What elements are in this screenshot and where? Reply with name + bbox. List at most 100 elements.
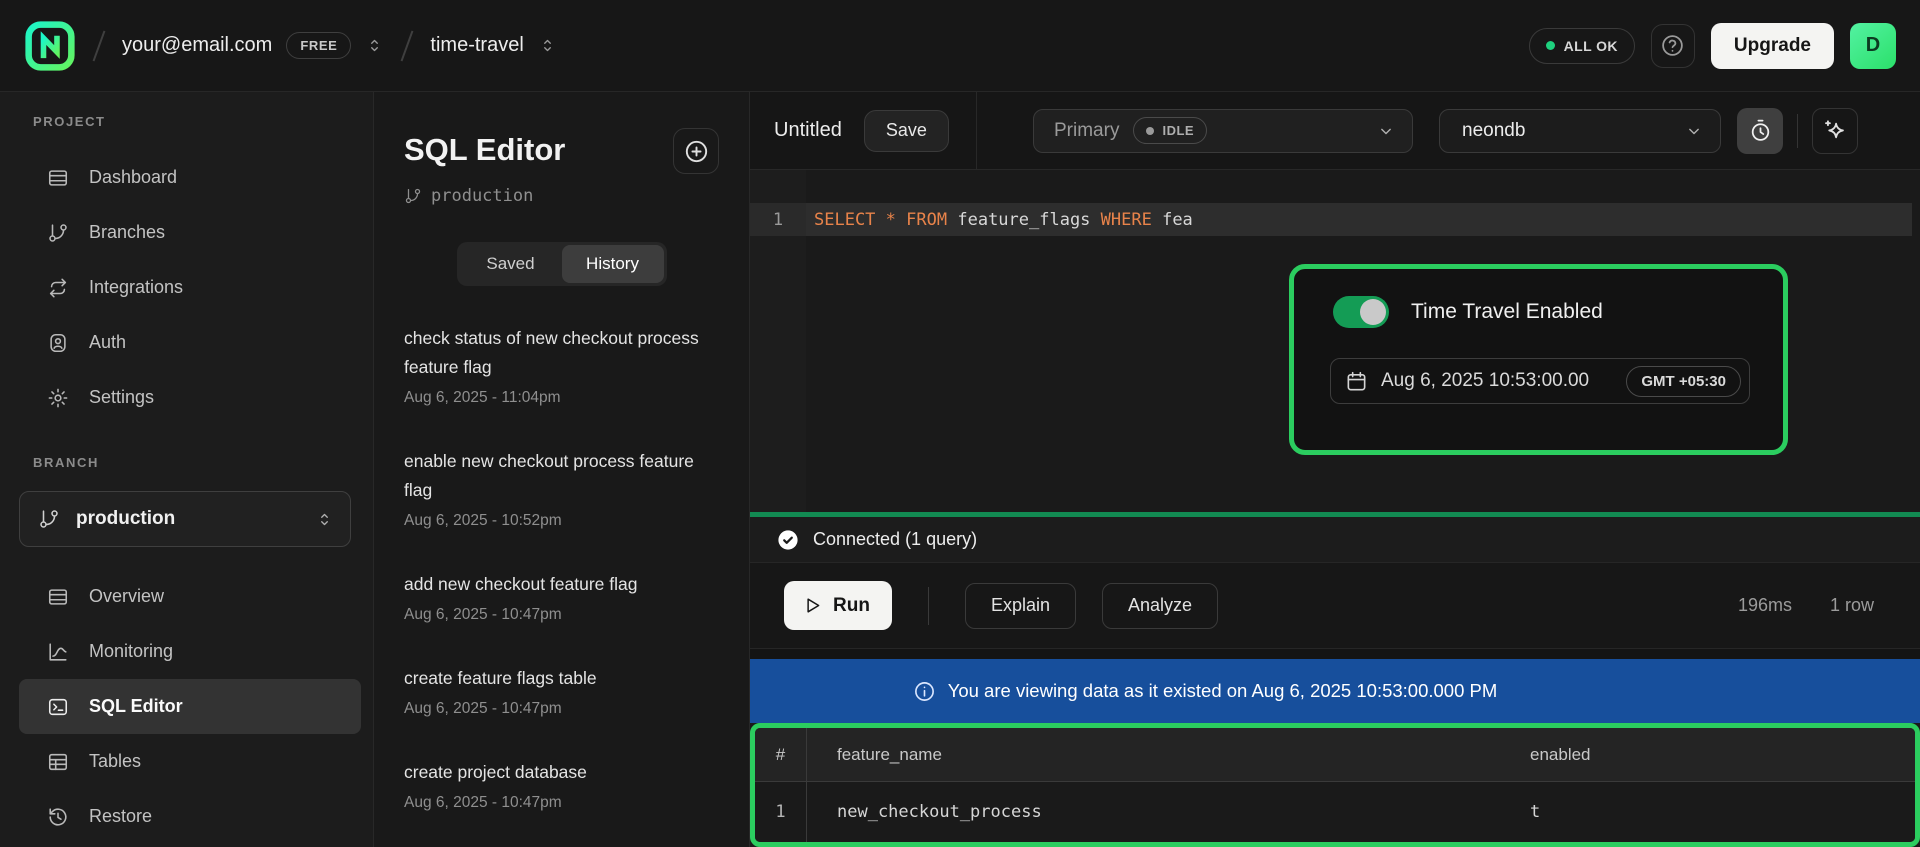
run-button[interactable]: Run <box>784 581 892 630</box>
history-list: check status of new checkout process fea… <box>404 324 719 812</box>
table-row: 1new_checkout_processt <box>755 782 1915 842</box>
connection-status-bar: Connected (1 query) <box>750 517 1920 563</box>
sql-token: fea <box>1152 210 1193 230</box>
sidebar-item-label: Integrations <box>89 277 183 298</box>
stopwatch-icon <box>1748 118 1773 143</box>
save-button[interactable]: Save <box>864 110 949 152</box>
time-travel-label: Time Travel Enabled <box>1411 300 1603 324</box>
sidebar-item-label: Restore <box>89 806 152 827</box>
history-item[interactable]: enable new checkout process feature flag… <box>404 447 719 530</box>
sidebar-item-label: Dashboard <box>89 167 177 188</box>
line-number: 1 <box>750 203 806 236</box>
sql-code-editor[interactable]: 1 SELECT * FROM feature_flags WHERE fea … <box>750 170 1920 512</box>
time-travel-datetime-value: Aug 6, 2025 10:53:00.00 <box>1381 370 1613 392</box>
account-selector[interactable]: your@email.com FREE <box>122 32 384 59</box>
table-icon <box>47 751 69 773</box>
sidebar-item-label: SQL Editor <box>89 696 183 717</box>
database-selector[interactable]: neondb <box>1439 109 1721 153</box>
sql-token <box>896 210 906 230</box>
compute-name: Primary <box>1054 120 1119 142</box>
explain-button[interactable]: Explain <box>965 583 1076 629</box>
calendar-icon <box>1345 370 1368 393</box>
upgrade-button[interactable]: Upgrade <box>1711 23 1834 69</box>
git-branch-icon <box>38 508 60 530</box>
history-item[interactable]: check status of new checkout process fea… <box>404 324 719 407</box>
sql-token: FROM <box>906 210 947 230</box>
query-tab-bar: Untitled Save <box>750 92 977 169</box>
sidebar-section-branch: BRANCH <box>33 455 361 475</box>
sidebar-item-sql-editor[interactable]: SQL Editor <box>19 679 361 734</box>
avatar[interactable]: D <box>1850 23 1896 69</box>
sidebar-item-restore[interactable]: Restore <box>19 789 361 844</box>
project-selector[interactable]: time-travel <box>430 34 556 57</box>
git-branch-icon <box>404 187 422 205</box>
compute-status-label: IDLE <box>1162 123 1194 138</box>
sidebar-item-integrations[interactable]: Integrations <box>19 260 361 315</box>
code-line-1[interactable]: 1 SELECT * FROM feature_flags WHERE fea <box>750 203 1912 236</box>
sidebar-item-label: Branches <box>89 222 165 243</box>
history-item-title: create project database <box>404 758 719 787</box>
integrations-icon <box>47 277 69 299</box>
sidebar-branch-items: Overview Monitoring SQL Editor Tables Re… <box>19 569 361 844</box>
analyze-button[interactable]: Analyze <box>1102 583 1218 629</box>
new-query-button[interactable] <box>673 128 719 174</box>
time-travel-button[interactable] <box>1737 108 1783 154</box>
branch-selector[interactable]: production <box>19 491 351 547</box>
history-item-title: create feature flags table <box>404 664 719 693</box>
compute-selector[interactable]: Primary IDLE <box>1033 109 1413 153</box>
spacer <box>750 649 1920 659</box>
history-item[interactable]: create project database Aug 6, 2025 - 10… <box>404 758 719 812</box>
chevrons-up-down-icon[interactable] <box>538 36 557 55</box>
ai-assist-button[interactable] <box>1812 108 1858 154</box>
sql-token <box>875 210 885 230</box>
help-button[interactable] <box>1651 24 1695 68</box>
history-item-timestamp: Aug 6, 2025 - 10:47pm <box>404 794 719 812</box>
status-label: ALL OK <box>1564 38 1618 54</box>
question-circle-icon <box>1660 33 1685 58</box>
saved-history-tabs: SavedHistory <box>457 242 667 286</box>
breadcrumb-separator <box>401 30 414 61</box>
sidebar-item-branches[interactable]: Branches <box>19 205 361 260</box>
history-item[interactable]: add new checkout feature flag Aug 6, 202… <box>404 570 719 624</box>
connection-status-label: Connected (1 query) <box>813 529 977 550</box>
branch-selector-value: production <box>76 508 175 530</box>
chevron-down-icon <box>1684 121 1704 141</box>
navbar-actions: ALL OK Upgrade D <box>1529 23 1896 69</box>
query-row-count: 1 row <box>1830 595 1874 616</box>
results-table-body: 1new_checkout_processt <box>755 782 1915 842</box>
panel-branch-name: production <box>431 186 533 206</box>
time-travel-datetime-field[interactable]: Aug 6, 2025 10:53:00.00 GMT +05:30 <box>1330 358 1750 404</box>
cell-enabled: t <box>1528 782 1915 842</box>
cell-feature-name: new_checkout_process <box>807 782 1528 842</box>
sidebar-item-monitoring[interactable]: Monitoring <box>19 624 361 679</box>
status-dot-icon <box>1546 41 1555 50</box>
page-title: SQL Editor <box>404 132 565 168</box>
code-text: SELECT * FROM feature_flags WHERE fea <box>806 203 1193 236</box>
history-item-title: enable new checkout process feature flag <box>404 447 719 505</box>
sidebar-item-overview[interactable]: Overview <box>19 569 361 624</box>
neon-logo-icon[interactable] <box>24 20 76 72</box>
status-pill[interactable]: ALL OK <box>1529 28 1635 64</box>
history-item[interactable]: create feature flags table Aug 6, 2025 -… <box>404 664 719 718</box>
project-name: time-travel <box>430 34 523 57</box>
play-icon <box>802 595 823 616</box>
editor-header: Untitled Save Primary IDLE neondb <box>750 92 1920 170</box>
results-table-header: #feature_nameenabled <box>755 728 1915 782</box>
sidebar-item-auth[interactable]: Auth <box>19 315 361 370</box>
sidebar-item-settings[interactable]: Settings <box>19 370 361 425</box>
results-table: #feature_nameenabled 1new_checkout_proce… <box>750 723 1920 847</box>
chevrons-up-down-icon[interactable] <box>365 36 384 55</box>
editor-main: Untitled Save Primary IDLE neondb <box>750 92 1920 847</box>
branch-icon <box>47 222 69 244</box>
query-title[interactable]: Untitled <box>774 119 842 142</box>
tab-history[interactable]: History <box>562 245 664 283</box>
time-travel-toggle[interactable] <box>1333 296 1389 328</box>
terminal-icon <box>47 696 69 718</box>
sidebar-item-tables[interactable]: Tables <box>19 734 361 789</box>
sparkles-icon <box>1822 118 1848 144</box>
sidebar-item-dashboard[interactable]: Dashboard <box>19 150 361 205</box>
info-circle-icon <box>913 680 936 703</box>
sidebar-item-label: Overview <box>89 586 164 607</box>
account-email: your@email.com <box>122 34 272 57</box>
tab-saved[interactable]: Saved <box>460 245 562 283</box>
